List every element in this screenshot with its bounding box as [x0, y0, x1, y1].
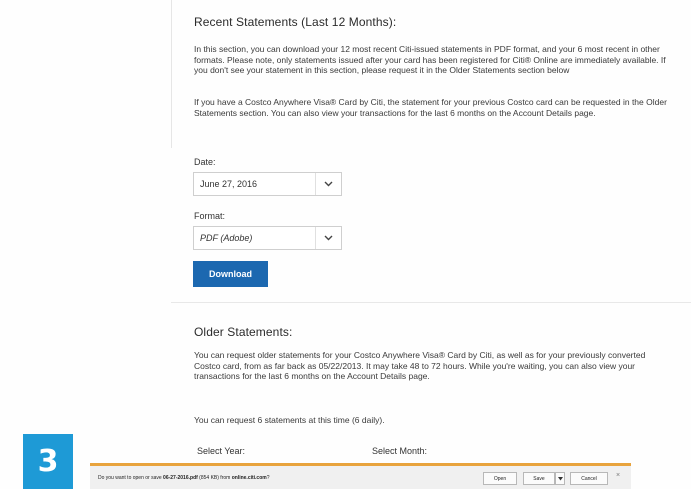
older-statements-description: You can request older statements for you…	[194, 350, 646, 381]
download-size: (854 KB) from	[197, 474, 232, 481]
select-year-label: Select Year:	[197, 446, 246, 456]
date-select[interactable]: June 27, 2016	[193, 172, 342, 196]
browser-download-bar: Do you want to open or save 06-27-2016.p…	[90, 463, 631, 489]
select-month-label: Select Month:	[372, 446, 428, 456]
save-options-button[interactable]	[555, 472, 565, 485]
format-select[interactable]: PDF (Adobe)	[193, 226, 342, 250]
chevron-down-icon	[315, 173, 341, 195]
section-left-border	[171, 0, 172, 148]
close-icon[interactable]: ×	[616, 472, 620, 479]
request-limit-note: You can request 6 statements at this tim…	[194, 415, 385, 425]
save-button[interactable]: Save	[523, 472, 555, 485]
date-label: Date:	[194, 157, 216, 167]
prompt-suffix: ?	[266, 474, 270, 481]
cancel-button[interactable]: Cancel	[570, 472, 608, 485]
caret-down-icon	[557, 476, 563, 480]
download-button[interactable]: Download	[193, 261, 268, 287]
prompt-prefix: Do you want to open or save	[98, 474, 164, 481]
download-filename: 06-27-2016.pdf	[163, 474, 198, 481]
costco-card-note: If you have a Costco Anywhere Visa® Card…	[194, 97, 667, 118]
date-select-value: June 27, 2016	[200, 179, 258, 189]
format-label: Format:	[194, 211, 226, 221]
download-prompt: Do you want to open or save 06-27-2016.p…	[98, 475, 270, 481]
recent-statements-title: Recent Statements (Last 12 Months):	[194, 15, 397, 29]
chevron-down-icon	[315, 227, 341, 249]
older-statements-title: Older Statements:	[194, 325, 293, 339]
section-divider	[171, 302, 691, 303]
recent-statements-description: In this section, you can download your 1…	[194, 44, 666, 75]
format-select-value: PDF (Adobe)	[200, 233, 253, 243]
step-number-badge: 3	[23, 434, 73, 489]
open-button[interactable]: Open	[483, 472, 517, 485]
download-host: online.citi.com	[231, 474, 267, 481]
statements-page: Recent Statements (Last 12 Months): In t…	[0, 0, 691, 489]
